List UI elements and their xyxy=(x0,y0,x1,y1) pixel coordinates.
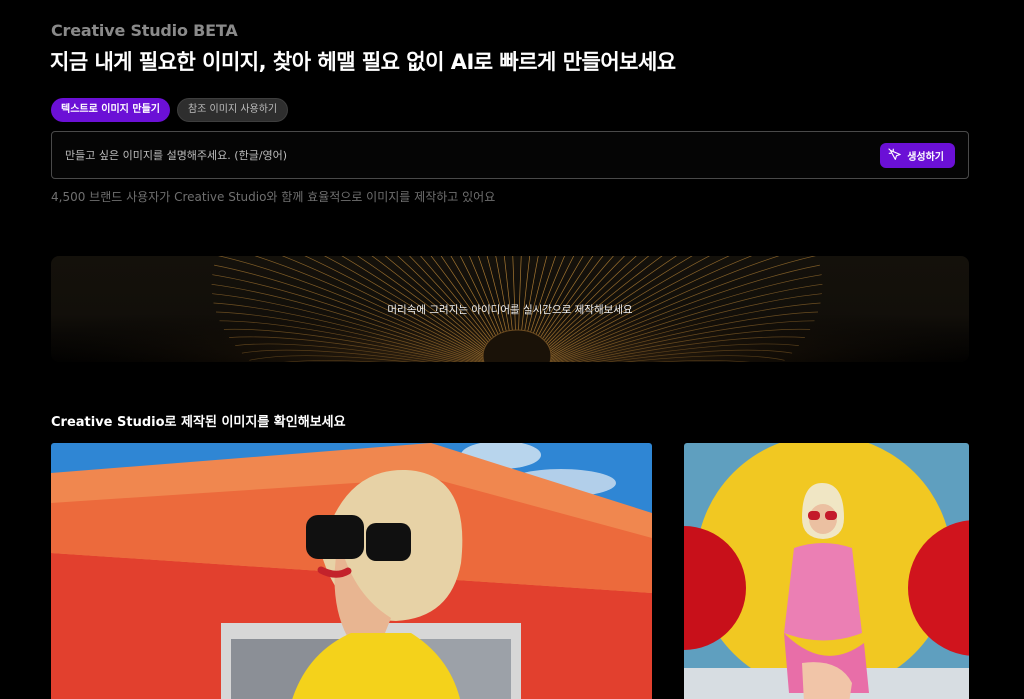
tab-reference-image[interactable]: 참조 이미지 사용하기 xyxy=(176,98,289,122)
gallery-item[interactable] xyxy=(51,443,652,699)
banner-text: 머리속에 그려지는 아이디어를 실시간으로 제작해보세요 xyxy=(387,304,633,316)
generate-button-label: 생성하기 xyxy=(907,152,944,163)
page-headline: 지금 내게 필요한 이미지, 찾아 헤맬 필요 없이 AI로 빠르게 만들어보세… xyxy=(50,50,676,74)
users-count-text: 4,500 브랜드 사용자가 Creative Studio와 함께 효율적으로… xyxy=(51,190,496,204)
woman-sunglasses-image xyxy=(51,443,652,699)
tab-text-to-image[interactable]: 텍스트로 이미지 만들기 xyxy=(51,98,170,122)
prompt-input[interactable] xyxy=(65,132,845,178)
brand-title: Creative Studio BETA xyxy=(51,21,238,40)
generate-button[interactable]: 생성하기 xyxy=(880,143,955,168)
gallery-item[interactable] xyxy=(684,443,969,699)
prompt-box: 생성하기 xyxy=(51,131,969,179)
mode-tabs: 텍스트로 이미지 만들기 참조 이미지 사용하기 xyxy=(51,98,289,122)
gallery-title: Creative Studio로 제작된 이미지를 확인해보세요 xyxy=(51,415,346,430)
page: Creative Studio BETA 지금 내게 필요한 이미지, 찾아 헤… xyxy=(0,0,1024,699)
hero-banner: 머리속에 그려지는 아이디어를 실시간으로 제작해보세요 xyxy=(51,256,969,362)
magic-wand-icon xyxy=(888,147,901,164)
woman-pink-dress-image xyxy=(684,443,969,699)
